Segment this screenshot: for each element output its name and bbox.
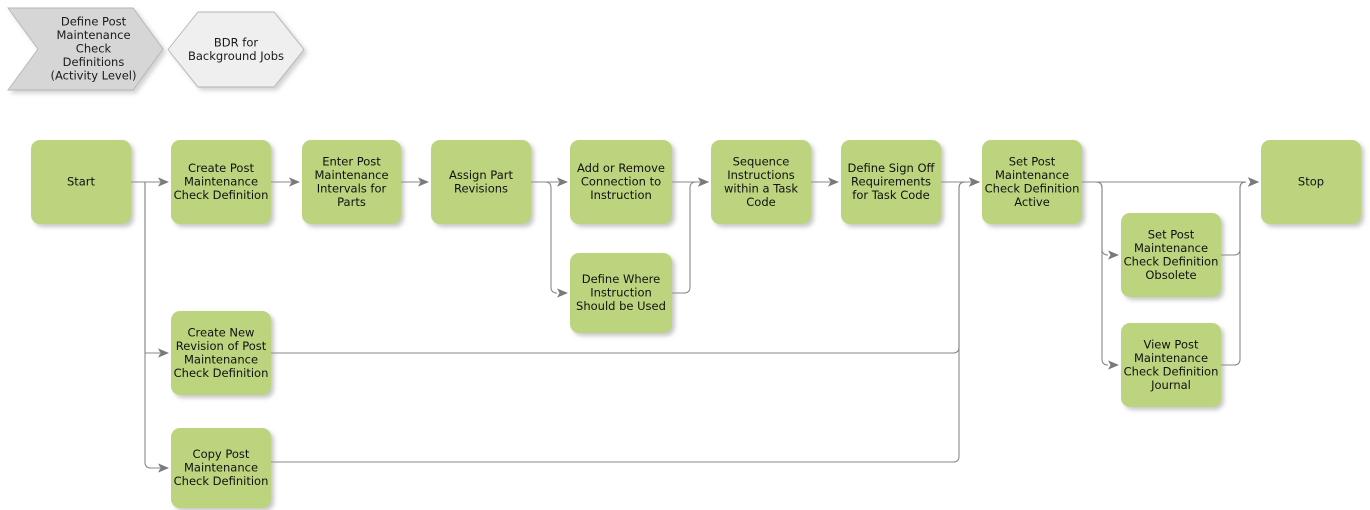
connector-line	[1095, 181, 1109, 366]
node-addremove-line: Connection to	[581, 175, 661, 189]
node-active-line: Maintenance	[995, 168, 1069, 182]
node-intervals-line: Intervals for	[317, 181, 387, 195]
node-intervals-line: Maintenance	[314, 168, 388, 182]
node-sequence-line: Instructions	[727, 168, 795, 182]
pool-pool-bdr-line: Background Jobs	[188, 49, 284, 63]
connector-active-to-stop	[1082, 177, 1259, 187]
node-copy-line: Check Definition	[174, 474, 269, 488]
pool-pool-activity-line: Check	[76, 42, 112, 56]
connector-partrev-to-addremove	[531, 177, 568, 187]
node-partrev-line: Assign Part	[449, 168, 513, 182]
connector-start-to-newrevision	[144, 182, 169, 358]
connector-line	[144, 182, 160, 469]
connector-active-to-journal	[1095, 181, 1119, 370]
node-journal-line: Check Definition	[1124, 364, 1219, 378]
node-sequence-line: within a Task	[724, 181, 798, 195]
connector-partrev-to-whereused	[544, 181, 568, 298]
node-signoff-line: Requirements	[851, 175, 931, 189]
pool-pool-activity-line: Define Post	[61, 15, 127, 29]
node-wherused[interactable]: Define WhereInstructionShould be Used	[570, 253, 672, 333]
connector-active-to-obsolete	[1095, 181, 1119, 260]
node-obsolete-line: Check Definition	[1124, 254, 1219, 268]
node-addremove-line: Instruction	[590, 188, 652, 202]
node-journal[interactable]: View PostMaintenanceCheck DefinitionJour…	[1121, 323, 1221, 407]
node-wherused-line: Instruction	[590, 286, 652, 300]
node-journal-line: Maintenance	[1134, 351, 1208, 365]
node-newrevision-line: Check Definition	[174, 366, 269, 380]
node-partrev-line: Revisions	[454, 181, 508, 195]
arrowhead-icon	[1248, 177, 1259, 187]
node-create[interactable]: Create PostMaintenanceCheck Definition	[171, 140, 271, 224]
node-create-line: Check Definition	[174, 188, 269, 202]
pool-layer: Define PostMaintenanceCheckDefinitions(A…	[7, 7, 305, 91]
connector-whereused-to-sequence	[672, 177, 709, 294]
pool-pool-activity-line: Maintenance	[56, 28, 130, 42]
pool-pool-activity-line: Definitions	[63, 55, 125, 69]
node-obsolete-line: Maintenance	[1134, 241, 1208, 255]
node-active-line: Active	[1014, 195, 1050, 209]
node-sequence[interactable]: SequenceInstructionswithin a TaskCode	[711, 140, 811, 224]
connection-layer	[131, 177, 1259, 473]
connector-line	[672, 181, 697, 294]
flowchart-canvas: Define Post Maintenance Check Definitions (A…	[0, 0, 1370, 510]
node-start[interactable]: Start	[31, 140, 131, 224]
connector-journal-to-stop	[1221, 177, 1259, 366]
node-newrevision[interactable]: Create NewRevision of PostMaintenanceChe…	[171, 311, 271, 395]
pool-pool-activity-line: (Activity Level)	[51, 69, 137, 83]
node-obsolete[interactable]: Set PostMaintenanceCheck DefinitionObsol…	[1121, 213, 1221, 297]
node-wherused-line: Define Where	[582, 272, 660, 286]
node-active-line: Set Post	[1009, 154, 1056, 168]
node-copy-line: Copy Post	[193, 447, 250, 461]
flowchart-svg: Define PostMaintenanceCheckDefinitions(A…	[7, 7, 1361, 508]
connector-line	[144, 182, 160, 354]
node-copy-line: Maintenance	[184, 461, 258, 475]
node-signoff-line: Define Sign Off	[848, 161, 936, 175]
connector-line	[1221, 181, 1247, 256]
arrowhead-icon	[1108, 250, 1119, 260]
node-intervals-line: Parts	[337, 195, 366, 209]
connector-sequence-to-signoff	[811, 177, 839, 187]
node-intervals-line: Enter Post	[322, 154, 381, 168]
node-newrevision-line: Maintenance	[184, 352, 258, 366]
pool-pool-bdr-line: BDR for	[214, 35, 258, 49]
node-active-line: Check Definition	[985, 181, 1080, 195]
node-wherused-line: Should be Used	[576, 299, 666, 313]
node-active[interactable]: Set PostMaintenanceCheck DefinitionActiv…	[982, 140, 1082, 224]
node-addremove[interactable]: Add or RemoveConnection toInstruction	[570, 140, 672, 224]
node-start-line: Start	[67, 175, 96, 189]
node-sequence-line: Code	[746, 195, 775, 209]
connector-start-to-copy	[144, 182, 169, 473]
node-signoff-line: for Task Code	[852, 188, 929, 202]
node-signoff[interactable]: Define Sign OffRequirementsfor Task Code	[841, 140, 941, 224]
node-newrevision-line: Create New	[188, 325, 255, 339]
node-create-line: Create Post	[188, 161, 254, 175]
node-stop-line: Stop	[1298, 175, 1324, 189]
node-create-line: Maintenance	[184, 175, 258, 189]
node-layer: StartCreate PostMaintenanceCheck Definit…	[31, 140, 1361, 508]
node-partrev[interactable]: Assign PartRevisions	[431, 140, 531, 224]
node-intervals[interactable]: Enter PostMaintenanceIntervals forParts	[302, 140, 401, 224]
pool-pool-activity: Define PostMaintenanceCheckDefinitions(A…	[7, 7, 164, 91]
node-copy[interactable]: Copy PostMaintenanceCheck Definition	[171, 428, 271, 508]
node-newrevision-line: Revision of Post	[176, 339, 267, 353]
arrowhead-icon	[1108, 360, 1119, 370]
connector-line	[1221, 181, 1247, 366]
connector-line	[544, 181, 558, 294]
arrowhead-icon	[557, 288, 568, 298]
node-journal-line: View Post	[1143, 337, 1198, 351]
connector-create-to-intervals	[271, 177, 300, 187]
node-addremove-line: Add or Remove	[577, 161, 665, 175]
node-journal-line: Journal	[1150, 378, 1191, 392]
connector-start-to-create	[131, 177, 169, 187]
node-stop[interactable]: Stop	[1261, 140, 1361, 224]
node-obsolete-line: Set Post	[1148, 227, 1195, 241]
pool-pool-bdr: BDR forBackground Jobs	[167, 11, 305, 88]
node-sequence-line: Sequence	[733, 154, 790, 168]
node-obsolete-line: Obsolete	[1145, 268, 1196, 282]
connector-intervals-to-partrev	[401, 177, 429, 187]
